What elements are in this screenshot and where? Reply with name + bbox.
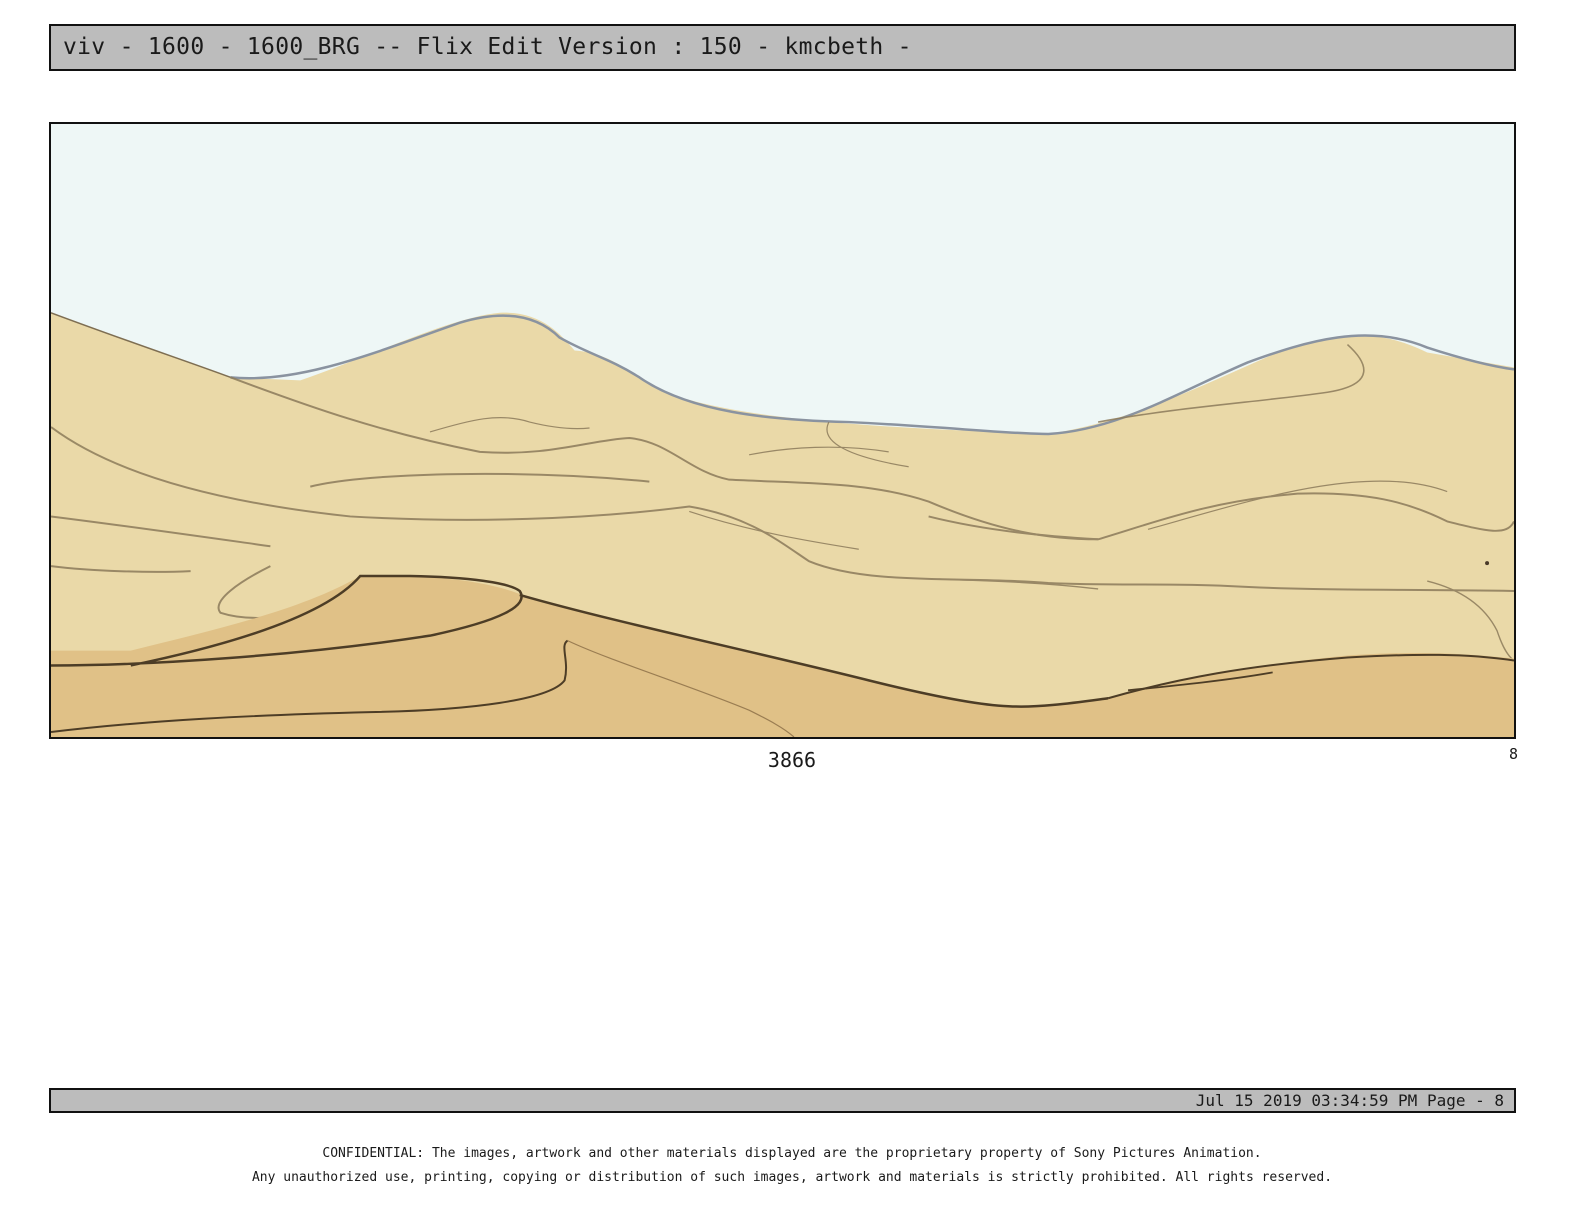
page-title: viv - 1600 - 1600_BRG -- Flix Edit Versi… (63, 34, 912, 60)
confidential-notice-line1: CONFIDENTIAL: The images, artwork and ot… (322, 1146, 1262, 1161)
panel-number: 3866 (767, 748, 817, 772)
timestamp-page: Jul 15 2019 03:34:59 PM Page - 8 (1195, 1091, 1504, 1110)
footer-bar: Jul 15 2019 03:34:59 PM Page - 8 (49, 1088, 1516, 1113)
header-bar: viv - 1600 - 1600_BRG -- Flix Edit Versi… (49, 24, 1516, 71)
dot-mark (1485, 561, 1490, 566)
panel-page-mark: 8 (1508, 745, 1518, 763)
storyboard-panel (49, 122, 1516, 739)
confidential-notice-line2: Any unauthorized use, printing, copying … (251, 1170, 1333, 1185)
desert-dunes-sketch (51, 124, 1514, 737)
